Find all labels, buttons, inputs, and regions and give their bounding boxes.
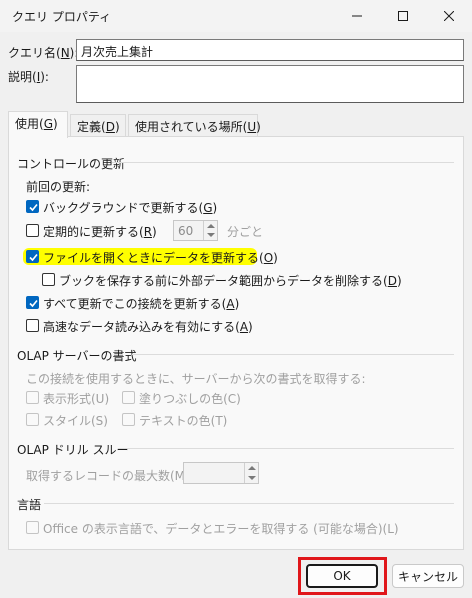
office-language-checkbox[interactable] bbox=[26, 521, 39, 534]
checkmark-icon bbox=[29, 203, 38, 212]
minimize-icon bbox=[352, 15, 362, 17]
window-title: クエリ プロパティ bbox=[12, 10, 112, 24]
maximize-icon bbox=[398, 11, 408, 21]
refresh-on-open-checkbox[interactable] bbox=[26, 250, 39, 263]
language-heading: 言語 bbox=[17, 498, 42, 512]
background-refresh-label: バックグラウンドで更新する(G) bbox=[43, 201, 218, 215]
maximize-button[interactable] bbox=[380, 0, 426, 32]
remove-external-data-checkbox[interactable] bbox=[42, 273, 55, 286]
max-records-spinner[interactable] bbox=[183, 462, 259, 484]
refresh-on-open-label: ファイルを開くときにデータを更新する(O) bbox=[43, 251, 278, 265]
tab-definition[interactable]: 定義(D) bbox=[70, 114, 126, 136]
refresh-all-label: すべて更新でこの接続を更新する(A) bbox=[43, 297, 240, 311]
max-records-label: 取得するレコードの最大数(M): bbox=[26, 469, 194, 483]
text-color-label: テキストの色(T) bbox=[139, 414, 228, 428]
olap-drill-heading: OLAP ドリル スルー bbox=[17, 443, 129, 457]
last-refresh-label: 前回の更新: bbox=[26, 180, 91, 194]
section-divider bbox=[112, 162, 454, 163]
olap-formats-heading: OLAP サーバーの書式 bbox=[17, 349, 137, 363]
refresh-control-heading: コントロールの更新 bbox=[17, 157, 126, 171]
font-style-label: スタイル(S) bbox=[43, 414, 108, 428]
section-divider bbox=[44, 503, 454, 504]
refresh-all-checkbox[interactable] bbox=[26, 296, 39, 309]
tab-usage[interactable]: 使用(G) bbox=[8, 111, 68, 138]
remove-external-data-label: ブックを保存する前に外部データ範囲からデータを削除する(D) bbox=[59, 274, 402, 288]
background-refresh-checkbox[interactable] bbox=[26, 200, 39, 213]
fill-color-checkbox[interactable] bbox=[122, 391, 135, 404]
font-style-checkbox[interactable] bbox=[26, 413, 39, 426]
olap-formats-description: この接続を使用するときに、サーバーから次の書式を取得する: bbox=[26, 372, 366, 386]
cancel-button[interactable]: キャンセル bbox=[392, 564, 464, 588]
ok-button[interactable]: OK bbox=[306, 564, 378, 588]
fast-load-checkbox[interactable] bbox=[26, 319, 39, 332]
text-color-checkbox[interactable] bbox=[122, 413, 135, 426]
fast-load-label: 高速なデータ読み込みを有効にする(A) bbox=[43, 320, 253, 334]
description-label: 説明(I): bbox=[8, 70, 49, 84]
description-input[interactable] bbox=[76, 65, 464, 103]
periodic-refresh-label: 定期的に更新する(R) bbox=[43, 225, 157, 239]
refresh-interval-spinner[interactable]: 60 bbox=[173, 220, 218, 241]
spin-up-icon[interactable] bbox=[207, 224, 215, 228]
office-language-label: Office の表示言語で、データとエラーを取得する (可能な場合)(L) bbox=[43, 522, 399, 536]
query-name-value: 月次売上集計 bbox=[81, 45, 154, 59]
query-name-input[interactable]: 月次売上集計 bbox=[76, 39, 464, 61]
query-name-label: クエリ名(N): bbox=[8, 46, 79, 60]
refresh-interval-value: 60 bbox=[178, 224, 194, 238]
fill-color-label: 塗りつぶしの色(C) bbox=[139, 392, 241, 406]
checkmark-icon bbox=[29, 253, 38, 262]
number-format-checkbox[interactable] bbox=[26, 391, 39, 404]
spin-down-icon[interactable] bbox=[248, 476, 256, 480]
close-icon bbox=[444, 11, 454, 21]
tab-used-in[interactable]: 使用されている場所(U) bbox=[128, 114, 261, 136]
minimize-button[interactable] bbox=[334, 0, 380, 32]
spin-down-icon[interactable] bbox=[207, 233, 215, 237]
checkmark-icon bbox=[29, 299, 38, 308]
close-button[interactable] bbox=[426, 0, 472, 32]
periodic-refresh-checkbox[interactable] bbox=[26, 224, 39, 237]
title-bar: クエリ プロパティ bbox=[0, 0, 472, 32]
section-divider bbox=[132, 354, 454, 355]
refresh-interval-unit: 分ごと bbox=[227, 225, 264, 239]
number-format-label: 表示形式(U) bbox=[43, 392, 110, 406]
section-divider bbox=[118, 448, 454, 449]
spin-up-icon[interactable] bbox=[248, 466, 256, 470]
